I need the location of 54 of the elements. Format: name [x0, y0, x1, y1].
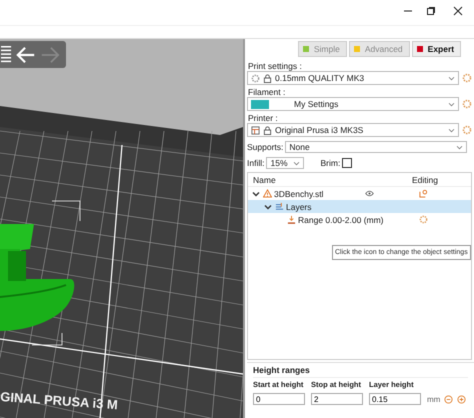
undo-arrow-icon[interactable] [16, 44, 36, 64]
layers-icon [275, 202, 284, 211]
combo-value: My Settings [294, 99, 338, 109]
supports-dropdown[interactable]: None [285, 141, 468, 153]
tree-item-label: 3DBenchy.stl [274, 188, 324, 198]
input-field[interactable]: 2 [311, 393, 363, 405]
unit-label: mm [427, 394, 440, 404]
plus-circle-icon[interactable] [457, 394, 466, 404]
printer-dropdown[interactable]: Original Prusa i3 MK3S [247, 123, 459, 137]
field-label: Printer : [248, 113, 279, 123]
tree-item-label: Layers [286, 202, 312, 212]
infill-dropdown[interactable]: 15% [266, 157, 304, 169]
chevron-down-icon[interactable] [252, 190, 260, 198]
combo-value: 0.15mm QUALITY MK3 [275, 73, 364, 83]
field-label: Filament : [248, 87, 286, 97]
lock-icon [263, 74, 272, 82]
tree-item-label: Range 0.00-2.00 (mm) [298, 214, 384, 224]
tree-row[interactable]: Layers [248, 200, 471, 213]
edit-settings-icon[interactable] [419, 189, 428, 198]
field-label: Infill: [247, 158, 264, 168]
column-header: Name [253, 174, 276, 184]
combo-value: 15% [270, 158, 288, 168]
chevron-down-icon [448, 102, 455, 106]
eye-icon[interactable] [365, 189, 374, 198]
input-field[interactable]: 0.15 [369, 393, 421, 405]
input-field[interactable]: 0 [253, 393, 305, 405]
column-header: Editing [412, 174, 438, 184]
print-settings-dropdown[interactable]: 0.15mm QUALITY MK3 [247, 71, 459, 85]
chevron-down-icon [293, 160, 300, 166]
field-label: Supports: [247, 142, 284, 152]
close-icon[interactable] [453, 6, 463, 16]
combo-value: None [289, 142, 310, 152]
gear-icon [251, 74, 260, 82]
brim-checkbox[interactable] [342, 158, 352, 168]
printer-icon [251, 126, 260, 134]
chevron-down-icon [448, 128, 455, 132]
minus-circle-icon[interactable] [444, 394, 454, 404]
warning-icon [263, 189, 272, 198]
filament-dropdown[interactable]: My Settings [247, 97, 459, 111]
chevron-down-icon [448, 76, 455, 80]
bed-label: GINAL PRUSA i3 M [0, 389, 118, 412]
lock-icon [263, 126, 272, 134]
field-label: Print settings : [248, 61, 303, 71]
tree-row[interactable]: 3DBenchy.stl [248, 187, 471, 200]
chevron-down-icon [456, 144, 464, 150]
range-icon [287, 215, 296, 224]
combo-value: Original Prusa i3 MK3S [275, 125, 364, 135]
maximize-icon[interactable] [426, 6, 436, 16]
mode-tab[interactable]: Expert [412, 41, 462, 57]
chevron-down-icon[interactable] [264, 202, 272, 210]
tree-row[interactable]: Range 0.00-2.00 (mm) [248, 213, 471, 226]
section-title: Height ranges [253, 365, 311, 375]
boat-model-drawing[interactable] [0, 224, 74, 331]
field-label: Brim: [320, 158, 340, 168]
